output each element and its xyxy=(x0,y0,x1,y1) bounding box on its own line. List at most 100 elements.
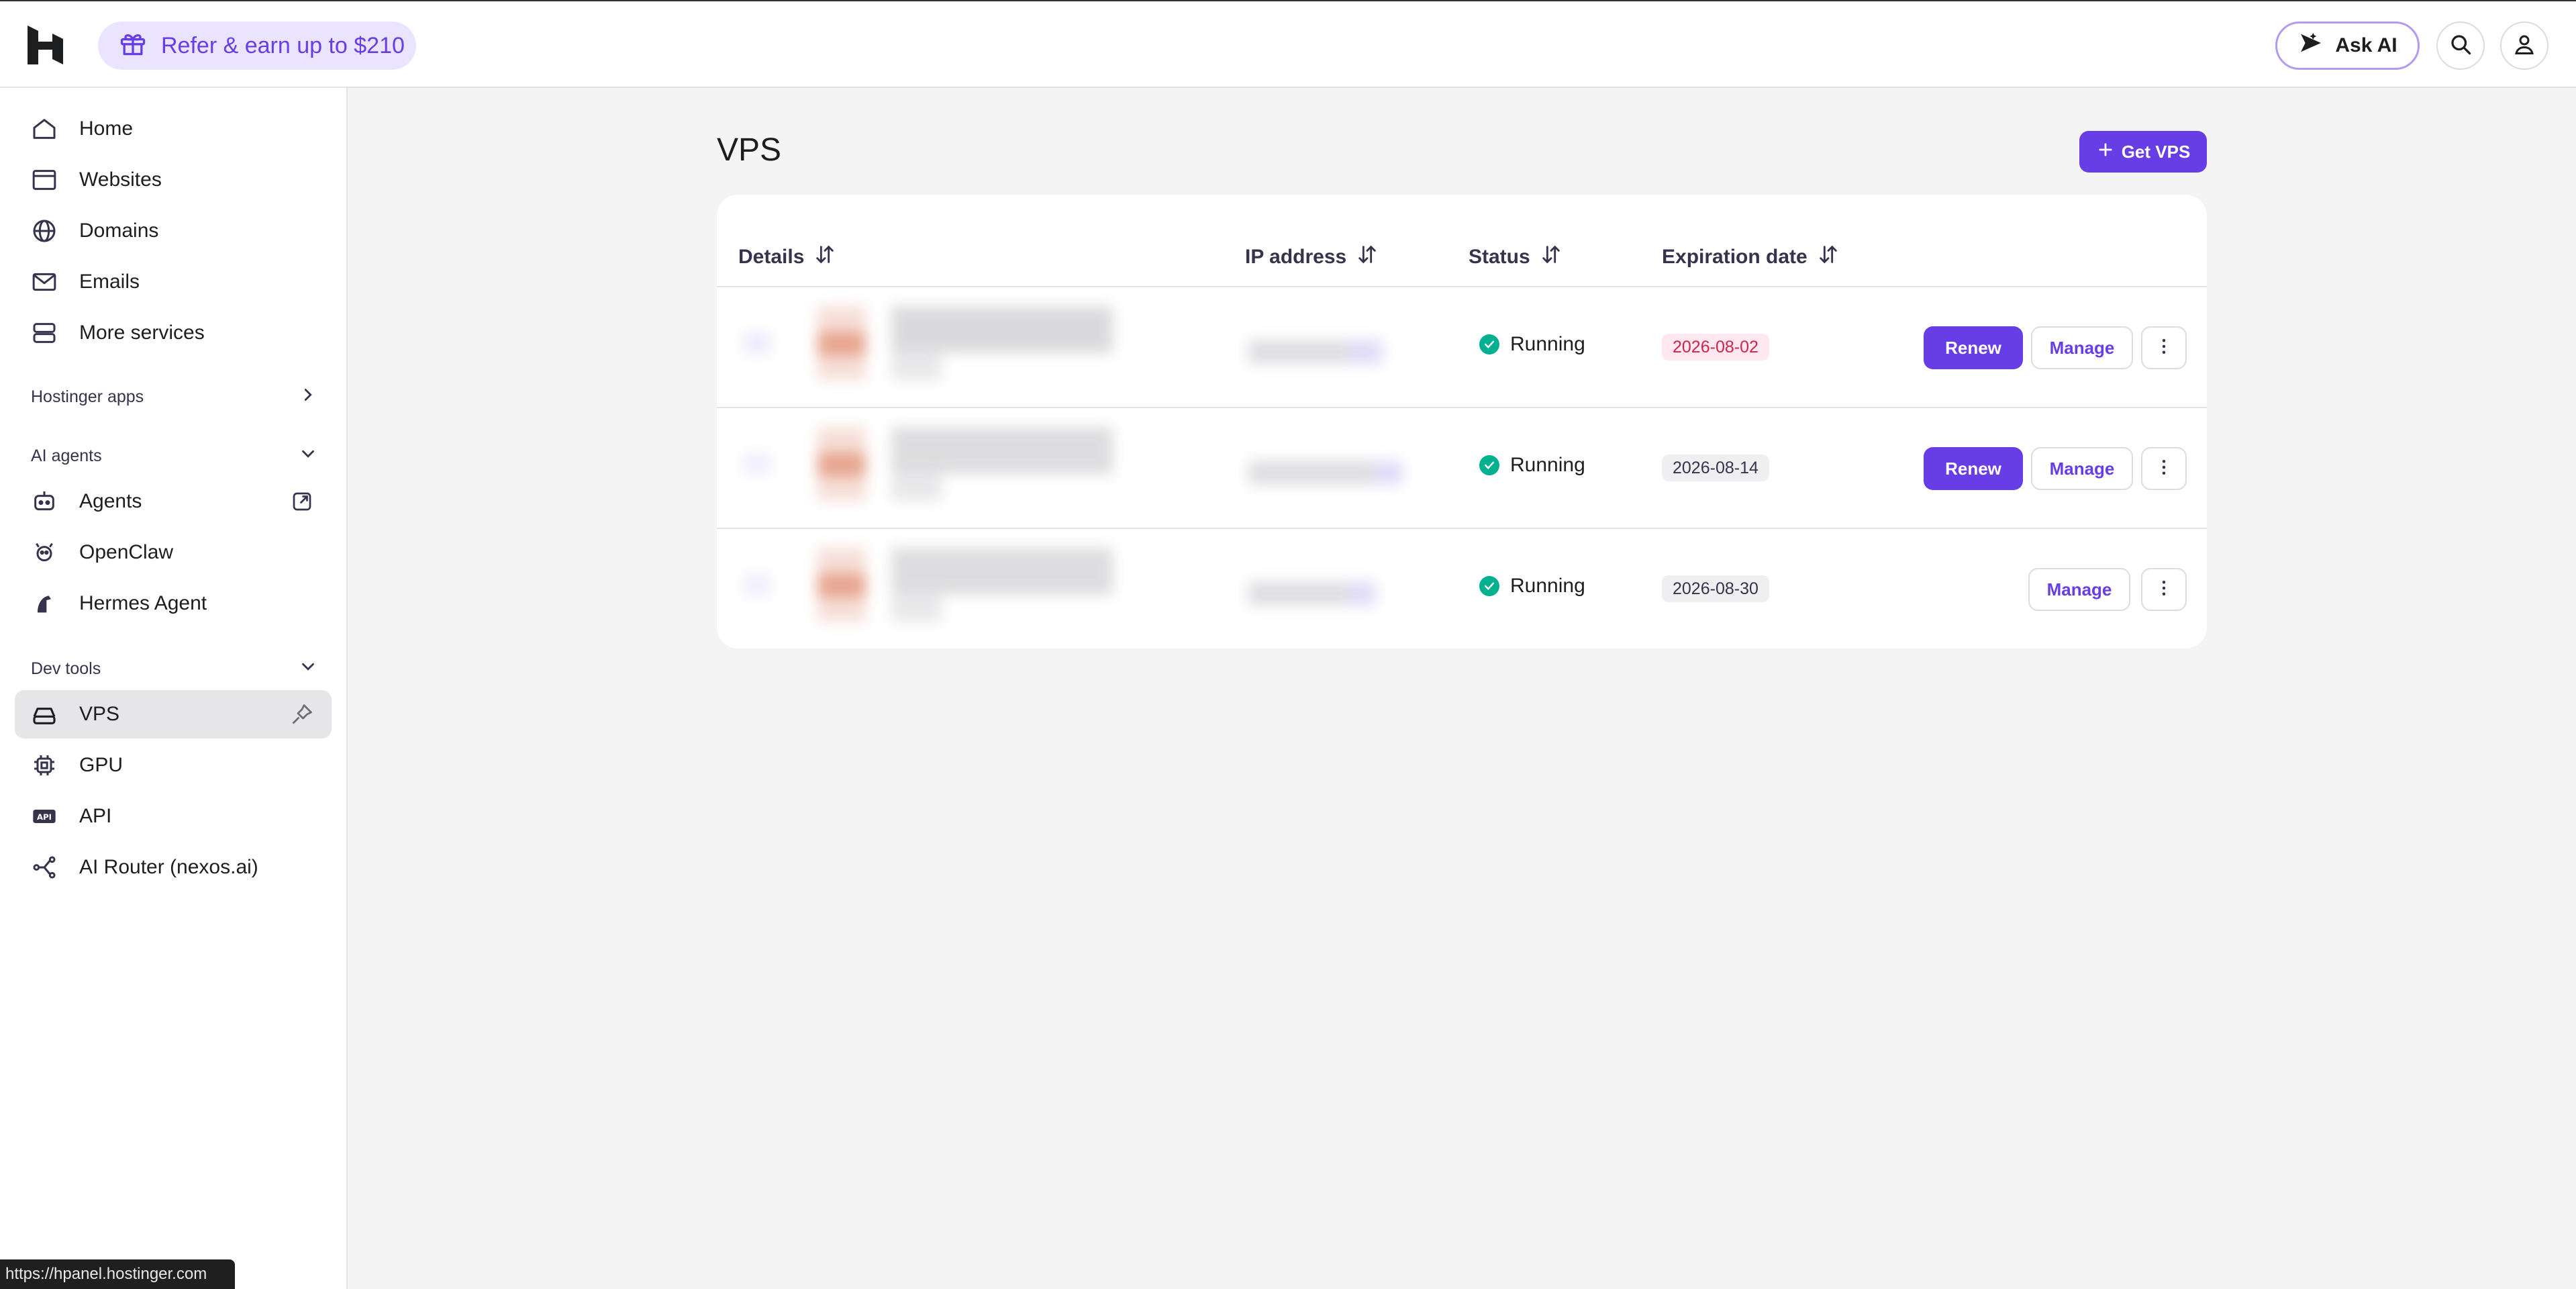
status-label: Running xyxy=(1510,575,1585,597)
refer-label: Refer & earn up to $210 xyxy=(161,32,405,58)
renew-button[interactable]: Renew xyxy=(1924,447,2023,490)
status-indicator: Running xyxy=(1479,454,1585,477)
column-header-ip-address[interactable]: IP address xyxy=(1245,243,1379,271)
redacted-ip-address xyxy=(1248,333,1403,373)
check-circle-icon xyxy=(1479,334,1499,354)
sidebar-item-label: OpenClaw xyxy=(79,541,174,563)
ai-sparkle-icon xyxy=(2297,30,2324,62)
claw-icon xyxy=(31,539,58,566)
manage-button[interactable]: Manage xyxy=(2031,326,2133,369)
sidebar-item-api[interactable]: API API xyxy=(15,792,332,841)
home-icon xyxy=(31,115,58,142)
sidebar-item-ai-router[interactable]: AI Router (nexos.ai) xyxy=(15,843,332,892)
expiration-badge: 2026-08-02 xyxy=(1662,334,1769,361)
agent-icon xyxy=(31,488,58,515)
svg-text:API: API xyxy=(37,812,52,822)
sidebar-item-home[interactable]: Home xyxy=(15,105,332,153)
redacted-details xyxy=(744,427,1120,508)
section-dev-tools[interactable]: Dev tools xyxy=(31,652,318,685)
section-hostinger-apps[interactable]: Hostinger apps xyxy=(31,380,318,414)
column-header-label: Details xyxy=(738,246,805,268)
sidebar-item-agents[interactable]: Agents xyxy=(15,477,332,526)
hostinger-logo[interactable] xyxy=(28,26,63,64)
vps-icon xyxy=(31,701,58,728)
sidebar-item-label: More services xyxy=(79,322,205,344)
chip-icon xyxy=(31,752,58,779)
search-button[interactable] xyxy=(2436,21,2485,70)
check-circle-icon xyxy=(1479,455,1499,475)
sort-icon xyxy=(1540,243,1563,271)
browser-icon xyxy=(31,166,58,193)
account-button[interactable] xyxy=(2500,21,2548,70)
status-indicator: Running xyxy=(1479,575,1585,598)
mail-icon xyxy=(31,269,58,295)
sidebar-item-label: Domains xyxy=(79,220,159,242)
sidebar-item-gpu[interactable]: GPU xyxy=(15,741,332,790)
column-header-label: IP address xyxy=(1245,246,1347,268)
section-title: Hostinger apps xyxy=(31,387,144,406)
globe-icon xyxy=(31,218,58,244)
chevron-down-icon xyxy=(298,444,318,469)
more-vertical-icon xyxy=(2154,336,2174,360)
page-title: VPS xyxy=(717,132,782,168)
column-header-label: Expiration date xyxy=(1662,246,1807,268)
status-label: Running xyxy=(1510,333,1585,355)
manage-button[interactable]: Manage xyxy=(2031,447,2133,490)
sidebar-item-more-services[interactable]: More services xyxy=(15,309,332,357)
redacted-details xyxy=(744,306,1120,387)
more-vertical-icon xyxy=(2154,457,2174,481)
chevron-down-icon xyxy=(298,657,318,681)
manage-button[interactable]: Manage xyxy=(2028,568,2130,611)
renew-button[interactable]: Renew xyxy=(1924,326,2023,369)
sidebar-item-label: GPU xyxy=(79,754,123,776)
refer-and-earn-button[interactable]: Refer & earn up to $210 xyxy=(98,21,416,70)
section-title: Dev tools xyxy=(31,659,101,678)
hermes-icon xyxy=(31,590,58,617)
redacted-ip-address xyxy=(1248,454,1403,494)
get-vps-button[interactable]: Get VPS xyxy=(2079,131,2207,173)
sidebar-item-websites[interactable]: Websites xyxy=(15,156,332,204)
vps-table: Details IP address Status Expiration dat… xyxy=(717,195,2207,649)
ask-ai-label: Ask AI xyxy=(2335,34,2397,56)
user-icon xyxy=(2512,32,2536,60)
sidebar-item-domains[interactable]: Domains xyxy=(15,207,332,255)
more-options-button[interactable] xyxy=(2141,568,2187,611)
get-vps-label: Get VPS xyxy=(2121,141,2191,162)
sidebar-item-emails[interactable]: Emails xyxy=(15,258,332,306)
sidebar-item-label: Websites xyxy=(79,169,162,191)
section-ai-agents[interactable]: AI agents xyxy=(31,439,318,473)
column-header-label: Status xyxy=(1469,246,1530,268)
pin-icon[interactable] xyxy=(290,702,314,726)
sidebar: Home Websites Domains Emails More servic… xyxy=(0,88,348,1289)
sidebar-item-vps[interactable]: VPS xyxy=(15,690,332,738)
sort-icon xyxy=(813,243,836,271)
sidebar-item-openclaw[interactable]: OpenClaw xyxy=(15,528,332,577)
section-title: AI agents xyxy=(31,446,102,465)
expiration-badge: 2026-08-30 xyxy=(1662,575,1769,602)
row-divider xyxy=(717,286,2207,287)
row-divider xyxy=(717,407,2207,408)
expiration-badge: 2026-08-14 xyxy=(1662,455,1769,481)
more-options-button[interactable] xyxy=(2141,447,2187,490)
ask-ai-button[interactable]: Ask AI xyxy=(2275,21,2420,70)
status-label: Running xyxy=(1510,454,1585,476)
redacted-ip-address xyxy=(1248,575,1403,615)
sidebar-item-label: Agents xyxy=(79,490,142,512)
sidebar-item-hermes-agent[interactable]: Hermes Agent xyxy=(15,579,332,628)
gift-icon xyxy=(118,28,148,64)
column-header-details[interactable]: Details xyxy=(738,243,836,271)
sidebar-item-label: AI Router (nexos.ai) xyxy=(79,856,258,878)
sidebar-item-label: Hermes Agent xyxy=(79,592,207,614)
column-header-status[interactable]: Status xyxy=(1469,243,1563,271)
api-icon: API xyxy=(31,803,58,830)
column-header-expiration-date[interactable]: Expiration date xyxy=(1662,243,1840,271)
sidebar-item-label: VPS xyxy=(79,703,120,725)
chevron-right-icon xyxy=(298,385,318,410)
sidebar-item-label: Emails xyxy=(79,271,140,293)
link-url-tooltip: https://hpanel.hostinger.com xyxy=(0,1259,235,1289)
sort-icon xyxy=(1356,243,1379,271)
status-indicator: Running xyxy=(1479,333,1585,356)
more-options-button[interactable] xyxy=(2141,326,2187,369)
redacted-details xyxy=(744,548,1120,628)
more-vertical-icon xyxy=(2154,578,2174,602)
